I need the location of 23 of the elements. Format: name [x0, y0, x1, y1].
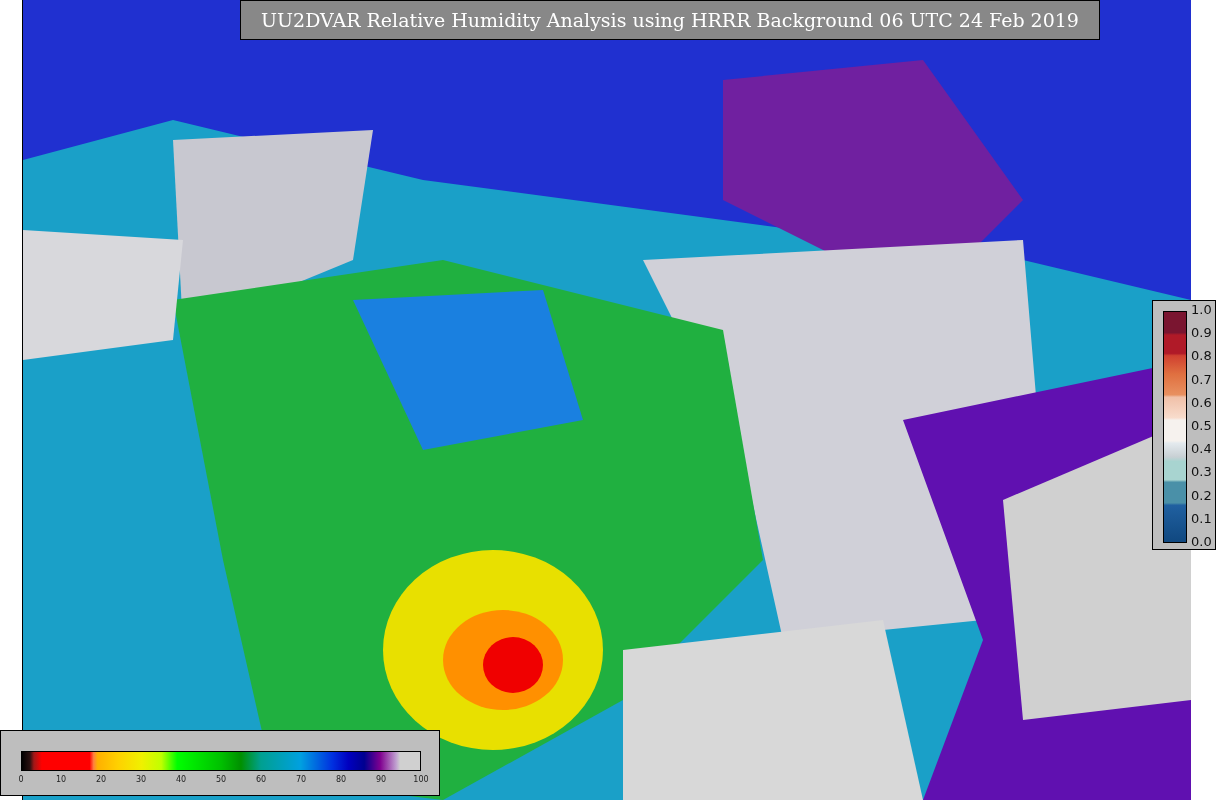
- tick-label: 40: [174, 775, 188, 785]
- tick-label: 0.4: [1191, 442, 1212, 457]
- tick-label: 0.6: [1191, 395, 1212, 410]
- tick-label: 0.7: [1191, 372, 1212, 387]
- tick-label: 10: [54, 775, 68, 785]
- tick-label: 0.9: [1191, 326, 1212, 341]
- tick-label: 50: [214, 775, 228, 785]
- tick-label: 1.0: [1191, 303, 1212, 317]
- tick-label: 0.0: [1191, 534, 1212, 549]
- tick-label: 80: [334, 775, 348, 785]
- tick-label: 100: [412, 775, 430, 785]
- tick-label: 20: [94, 775, 108, 785]
- tick-label: 0.2: [1191, 488, 1212, 503]
- tick-label: 0.8: [1191, 349, 1212, 364]
- tick-label: 30: [134, 775, 148, 785]
- tick-label: 0.5: [1191, 418, 1212, 433]
- tick-label: 90: [374, 775, 388, 785]
- tick-label: 60: [254, 775, 268, 785]
- tick-label: 0: [17, 775, 25, 785]
- tick-label: 70: [294, 775, 308, 785]
- tick-label: 0.3: [1191, 465, 1212, 480]
- tick-label: 0.1: [1191, 511, 1212, 526]
- map-title: UU2DVAR Relative Humidity Analysis using HRRR Background 06 UTC 24 Feb 2019: [240, 0, 1100, 40]
